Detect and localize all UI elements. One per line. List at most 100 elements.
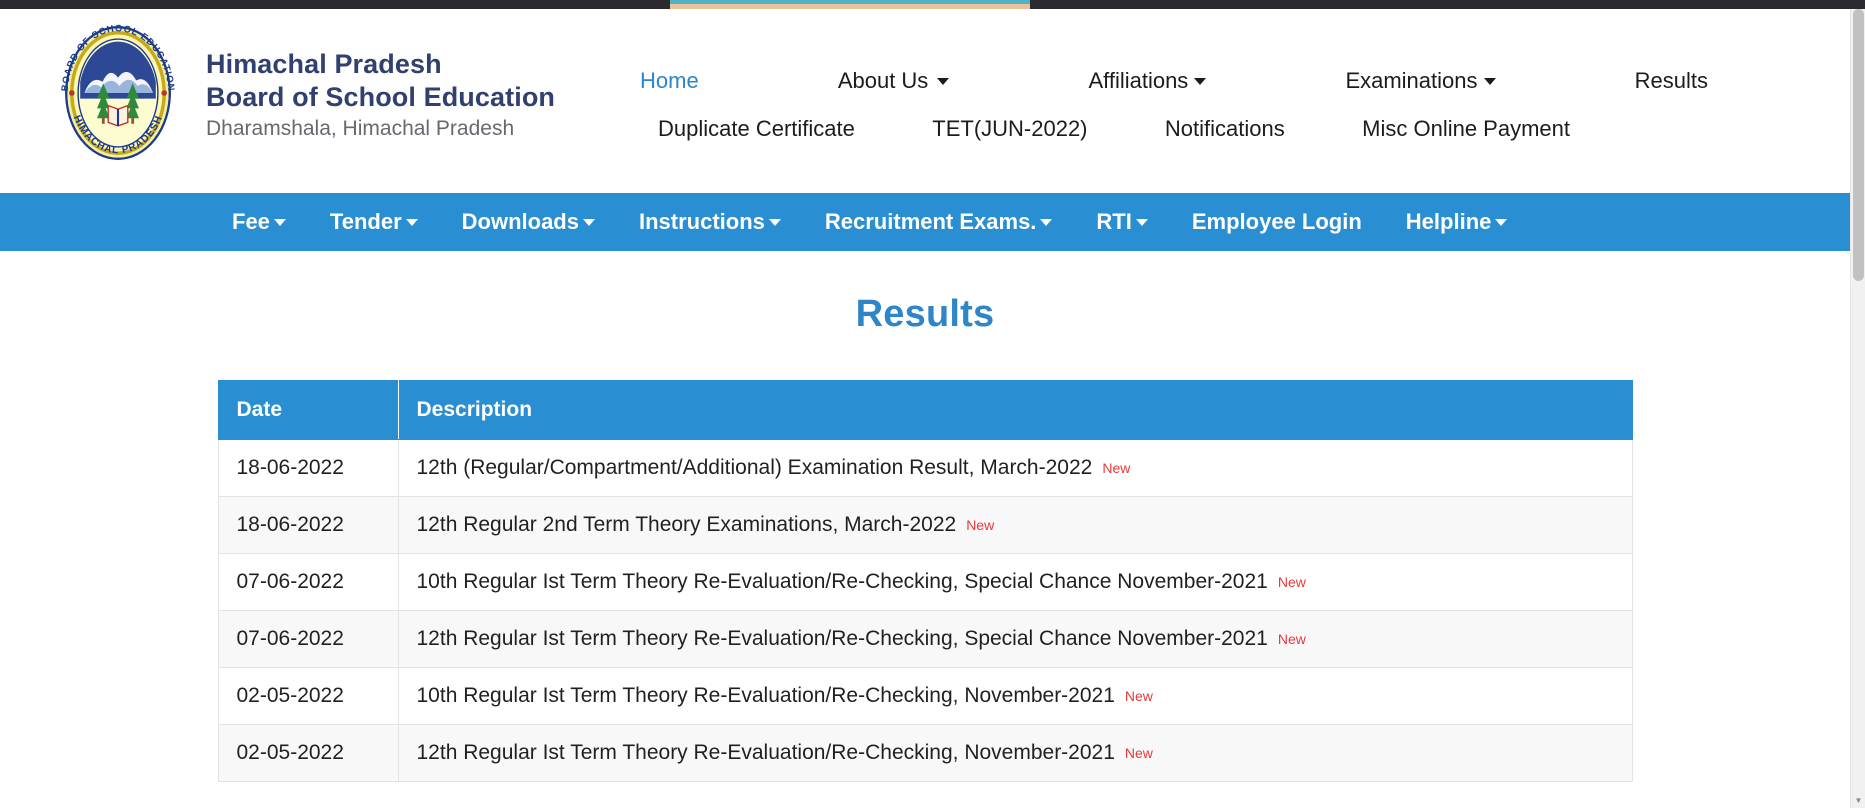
brand[interactable]: BOARD OF SCHOOL EDUCATION HIMACHAL PRADE… — [48, 23, 555, 163]
scrollbar-thumb[interactable] — [1853, 9, 1864, 281]
bluebar-label: Helpline — [1405, 209, 1492, 234]
topnav-label: Affiliations — [1088, 68, 1189, 93]
cell-description: 12th Regular Ist Term Theory Re-Evaluati… — [397, 724, 1633, 782]
brand-line-2: Board of School Education — [206, 81, 556, 112]
result-link[interactable]: 12th Regular 2nd Term Theory Examination… — [417, 513, 957, 536]
bluebar-label: Downloads — [461, 209, 579, 234]
status-badge-new: New — [1102, 460, 1131, 476]
bluebar-item-helpline[interactable]: Helpline — [1384, 209, 1530, 235]
chevron-down-icon — [582, 218, 595, 226]
cell-date: 18-06-2022 — [217, 496, 399, 554]
results-table-body: 18-06-2022 12th (Regular/Compartment/Addi… — [217, 439, 1633, 782]
bluebar-label: Instructions — [638, 209, 765, 234]
chevron-down-icon — [1495, 218, 1508, 226]
topnav-item-duplicate-certificate[interactable]: Duplicate Certificate — [658, 116, 855, 142]
page-title: Results — [855, 293, 995, 335]
chevron-down-icon — [405, 218, 418, 226]
scrollbar-down-arrow-icon[interactable]: ▼ — [1851, 793, 1865, 808]
topnav-item-about-us[interactable]: About Us — [838, 68, 950, 94]
cell-date: 07-06-2022 — [217, 553, 399, 611]
results-table: Date Description 18-06-2022 12th (Regular… — [217, 380, 1633, 782]
bluebar-item-recruitment-exams[interactable]: Recruitment Exams. — [803, 209, 1075, 235]
cell-description: 12th Regular 2nd Term Theory Examination… — [397, 496, 1633, 554]
brand-line-1: Himachal Pradesh — [206, 48, 442, 79]
cell-date: 02-05-2022 — [217, 724, 399, 782]
result-link[interactable]: 12th Regular Ist Term Theory Re-Evaluati… — [417, 627, 1268, 650]
cell-description: 12th (Regular/Compartment/Additional) Ex… — [397, 439, 1633, 497]
brand-line-3: Dharamshala, Himachal Pradesh — [206, 116, 515, 140]
result-link[interactable]: 10th Regular Ist Term Theory Re-Evaluati… — [417, 570, 1268, 593]
results-table-head: Date Description — [217, 380, 1633, 440]
bluebar-item-instructions[interactable]: Instructions — [617, 209, 803, 235]
result-link[interactable]: 10th Regular Ist Term Theory Re-Evaluati… — [417, 684, 1115, 707]
vertical-scrollbar[interactable]: ▲ ▼ — [1850, 9, 1865, 808]
bluebar-item-rti[interactable]: RTI — [1074, 209, 1169, 235]
status-badge-new: New — [1277, 631, 1306, 647]
column-header-date: Date — [217, 380, 399, 440]
cell-date: 07-06-2022 — [217, 610, 399, 668]
table-row: 07-06-2022 10th Regular Ist Term Theory R… — [217, 553, 1633, 611]
topnav-item-misc-online-payment[interactable]: Misc Online Payment — [1362, 116, 1570, 142]
result-link[interactable]: 12th Regular Ist Term Theory Re-Evaluati… — [417, 741, 1115, 764]
bluebar-label: Employee Login — [1191, 209, 1362, 234]
chevron-down-icon — [937, 77, 950, 85]
topnav-item-tet-jun-2022[interactable]: TET(JUN-2022) — [932, 116, 1087, 142]
table-row: 02-05-2022 10th Regular Ist Term Theory R… — [217, 667, 1633, 725]
bluebar-label: Tender — [329, 209, 402, 234]
topnav-item-home[interactable]: Home — [640, 68, 699, 94]
results-table-wrapper: Date Description 18-06-2022 12th (Regular… — [217, 380, 1633, 782]
cell-description: 12th Regular Ist Term Theory Re-Evaluati… — [397, 610, 1633, 668]
bluebar-label: RTI — [1096, 209, 1132, 234]
chevron-down-icon — [768, 218, 781, 226]
top-navigation-row-1: Home About Us Affiliations Examinations … — [640, 57, 1770, 105]
column-header-description: Description — [397, 380, 1633, 440]
status-badge-new: New — [1277, 574, 1306, 590]
secondary-navigation-bar: Fee Tender Downloads Instructions Recrui… — [0, 193, 1850, 251]
page-viewport: BOARD OF SCHOOL EDUCATION HIMACHAL PRADE… — [0, 9, 1850, 808]
topnav-label: Duplicate Certificate — [658, 116, 855, 141]
topnav-label: About Us — [837, 68, 929, 93]
table-row: 07-06-2022 12th Regular Ist Term Theory R… — [217, 610, 1633, 668]
topnav-label: TET(JUN-2022) — [932, 116, 1088, 141]
status-badge-new: New — [1124, 688, 1153, 704]
bluebar-label: Fee — [232, 209, 270, 234]
browser-tab-fill — [670, 4, 1030, 9]
topnav-label: Examinations — [1345, 68, 1478, 93]
topnav-item-notifications[interactable]: Notifications — [1165, 116, 1285, 142]
bluebar-item-employee-login[interactable]: Employee Login — [1170, 209, 1384, 235]
browser-chrome-strip — [0, 0, 1865, 9]
topnav-label: Misc Online Payment — [1362, 116, 1570, 141]
topnav-item-affiliations[interactable]: Affiliations — [1088, 68, 1207, 94]
cell-date: 18-06-2022 — [217, 439, 399, 497]
status-badge-new: New — [1124, 745, 1153, 761]
top-navigation: Home About Us Affiliations Examinations … — [640, 57, 1770, 153]
bluebar-item-tender[interactable]: Tender — [308, 209, 440, 235]
chevron-down-icon — [1483, 77, 1496, 85]
table-row: 02-05-2022 12th Regular Ist Term Theory R… — [217, 724, 1633, 782]
bluebar-item-downloads[interactable]: Downloads — [440, 209, 617, 235]
cell-date: 02-05-2022 — [217, 667, 399, 725]
result-link[interactable]: 12th (Regular/Compartment/Additional) Ex… — [417, 456, 1093, 479]
hpbose-seal-logo-icon: BOARD OF SCHOOL EDUCATION HIMACHAL PRADE… — [60, 23, 176, 160]
bluebar-label: Recruitment Exams. — [824, 209, 1037, 234]
topnav-label: Notifications — [1164, 116, 1285, 141]
cell-description: 10th Regular Ist Term Theory Re-Evaluati… — [397, 553, 1633, 611]
site-header: BOARD OF SCHOOL EDUCATION HIMACHAL PRADE… — [0, 9, 1850, 193]
chevron-down-icon — [1194, 77, 1207, 85]
topnav-item-examinations[interactable]: Examinations — [1345, 68, 1496, 94]
table-row: 18-06-2022 12th (Regular/Compartment/Addi… — [217, 439, 1633, 497]
table-header-row: Date Description — [217, 380, 1633, 440]
main-content: Results Date Description 18-06-2022 12th … — [0, 251, 1850, 782]
table-row: 18-06-2022 12th Regular 2nd Term Theory E… — [217, 496, 1633, 554]
chevron-down-icon — [1135, 218, 1148, 226]
topnav-item-results[interactable]: Results — [1635, 68, 1708, 94]
cell-description: 10th Regular Ist Term Theory Re-Evaluati… — [397, 667, 1633, 725]
topnav-label: Results — [1634, 68, 1708, 93]
topnav-label: Home — [640, 68, 699, 93]
chevron-down-icon — [1040, 218, 1053, 226]
chevron-down-icon — [273, 218, 286, 226]
status-badge-new: New — [966, 517, 995, 533]
brand-text: Himachal Pradesh Board of School Educati… — [206, 42, 555, 144]
bluebar-item-fee[interactable]: Fee — [210, 209, 308, 235]
top-navigation-row-2: Duplicate Certificate TET(JUN-2022) Noti… — [640, 105, 1770, 153]
